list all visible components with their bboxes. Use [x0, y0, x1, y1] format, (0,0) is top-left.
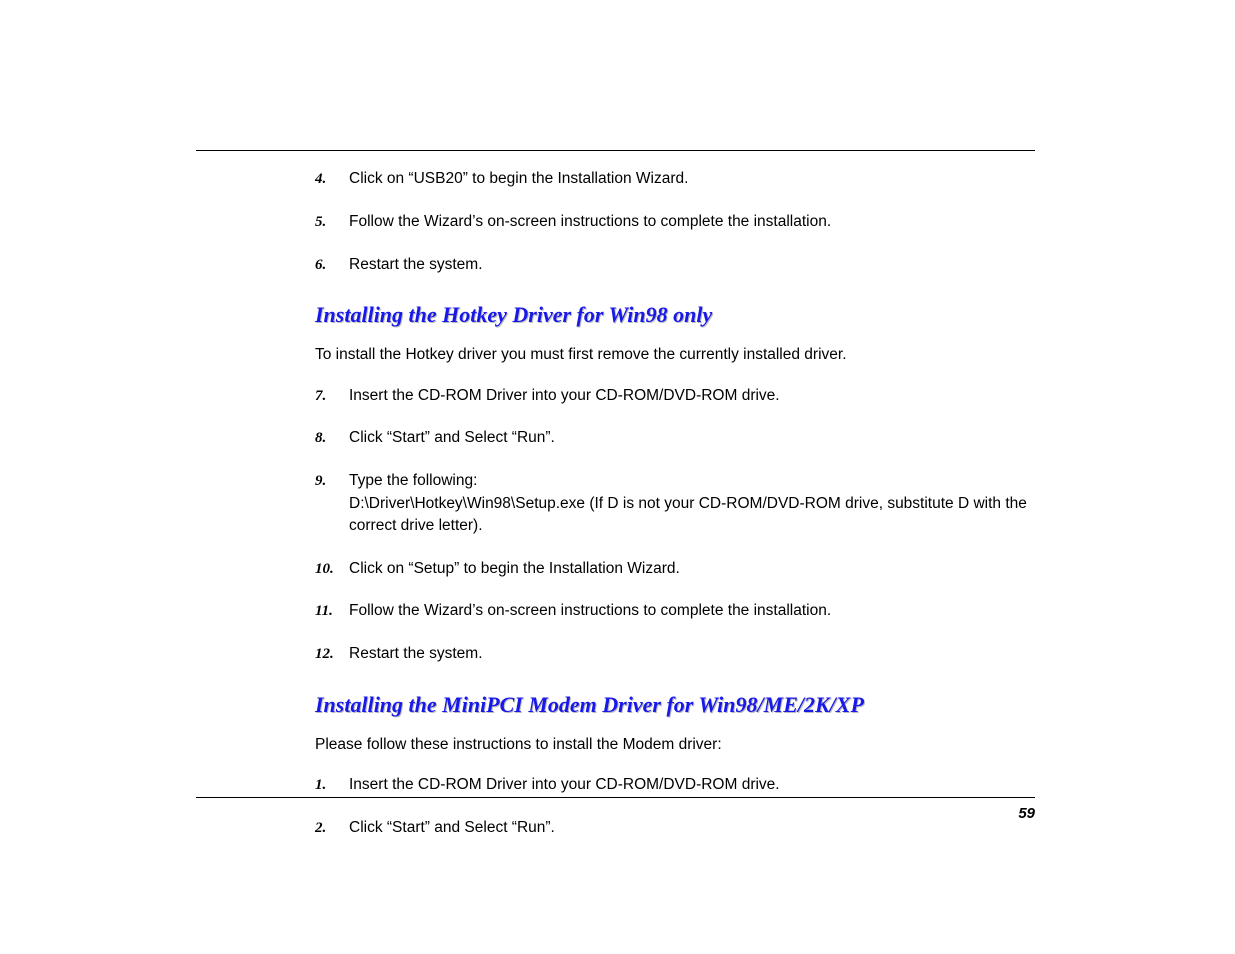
- list-text: Click on “USB20” to begin the Installati…: [349, 168, 1035, 190]
- list-number: 6.: [315, 254, 349, 277]
- paragraph: To install the Hotkey driver you must fi…: [315, 344, 1035, 366]
- list-number: 10.: [315, 558, 349, 581]
- list-text: Insert the CD-ROM Driver into your CD-RO…: [349, 774, 1035, 796]
- list-item: 2. Click “Start” and Select “Run”.: [315, 817, 1035, 840]
- list-item: 8. Click “Start” and Select “Run”.: [315, 427, 1035, 450]
- list-item: 4. Click on “USB20” to begin the Install…: [315, 168, 1035, 191]
- section-heading-hotkey: Installing the Hotkey Driver for Win98 o…: [315, 302, 1035, 328]
- list-text: Click “Start” and Select “Run”.: [349, 817, 1035, 839]
- page-number: 59: [1018, 805, 1035, 822]
- list-number: 9.: [315, 470, 349, 493]
- list-text: Restart the system.: [349, 643, 1035, 665]
- list-item: 5. Follow the Wizard’s on-screen instruc…: [315, 211, 1035, 234]
- list-item: 11. Follow the Wizard’s on-screen instru…: [315, 600, 1035, 623]
- list-item: 1. Insert the CD-ROM Driver into your CD…: [315, 774, 1035, 797]
- list-text: Insert the CD-ROM Driver into your CD-RO…: [349, 385, 1035, 407]
- list-number: 12.: [315, 643, 349, 666]
- list-text: Click on “Setup” to begin the Installati…: [349, 558, 1035, 580]
- list-text: Type the following: D:\Driver\Hotkey\Win…: [349, 470, 1035, 537]
- section-heading-minipci: Installing the MiniPCI Modem Driver for …: [315, 692, 1035, 718]
- list-text: Follow the Wizard’s on-screen instructio…: [349, 211, 1035, 233]
- list-item: 6. Restart the system.: [315, 254, 1035, 277]
- page-content: 4. Click on “USB20” to begin the Install…: [315, 168, 1035, 860]
- list-number: 7.: [315, 385, 349, 408]
- list-item: 12. Restart the system.: [315, 643, 1035, 666]
- list-number: 11.: [315, 600, 349, 623]
- list-number: 5.: [315, 211, 349, 234]
- list-text: Follow the Wizard’s on-screen instructio…: [349, 600, 1035, 622]
- list-number: 4.: [315, 168, 349, 191]
- paragraph: Please follow these instructions to inst…: [315, 734, 1035, 756]
- list-text: Click “Start” and Select “Run”.: [349, 427, 1035, 449]
- list-text: Restart the system.: [349, 254, 1035, 276]
- list-number: 2.: [315, 817, 349, 840]
- document-page: 4. Click on “USB20” to begin the Install…: [0, 0, 1235, 954]
- list-item: 9. Type the following: D:\Driver\Hotkey\…: [315, 470, 1035, 537]
- list-item: 10. Click on “Setup” to begin the Instal…: [315, 558, 1035, 581]
- list-item: 7. Insert the CD-ROM Driver into your CD…: [315, 385, 1035, 408]
- rule-bottom: [196, 797, 1035, 798]
- list-number: 8.: [315, 427, 349, 450]
- rule-top: [196, 150, 1035, 151]
- list-number: 1.: [315, 774, 349, 797]
